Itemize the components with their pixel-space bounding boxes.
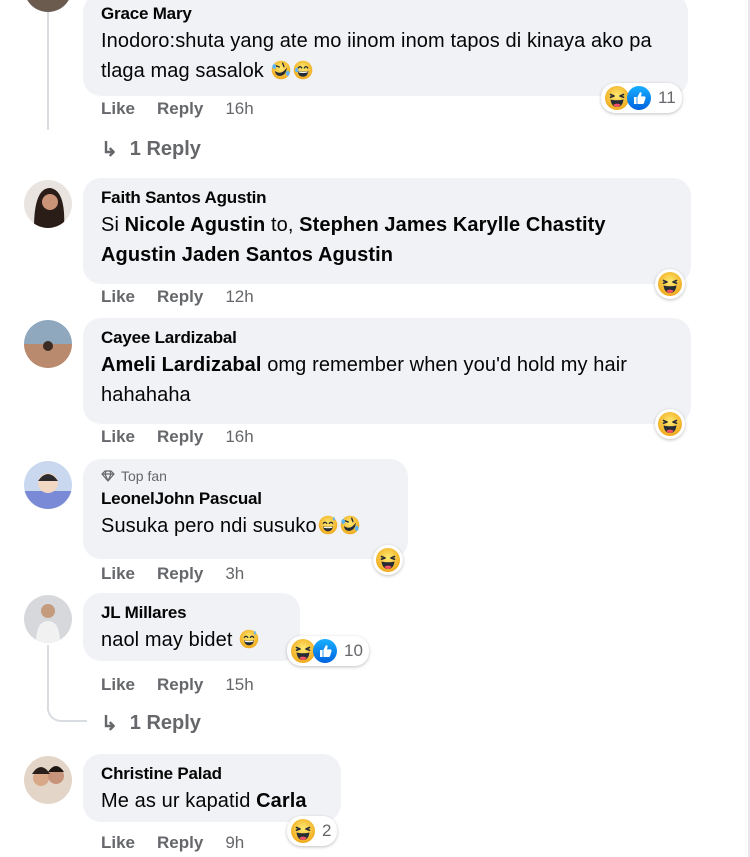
comment-bubble: Cayee Lardizabal Ameli Lardizabal omg re… — [83, 318, 691, 424]
grin-emoji-icon — [292, 59, 314, 81]
reaction-summary[interactable] — [655, 269, 685, 299]
comment-text-content: Inodoro:shuta yang ate mo iinom inom tap… — [101, 30, 652, 82]
comment-timestamp[interactable]: 16h — [225, 99, 253, 119]
comment-timestamp[interactable]: 15h — [225, 675, 253, 695]
comment-text: Ameli Lardizabal omg remember when you'd… — [101, 350, 673, 410]
reply-button[interactable]: Reply — [157, 287, 203, 307]
comment-author[interactable]: JL Millares — [101, 601, 282, 625]
reaction-summary[interactable]: 10 — [287, 636, 369, 666]
avatar[interactable] — [24, 756, 72, 804]
haha-icon — [657, 411, 683, 437]
comment-bubble: JL Millares naol may bidet — [83, 593, 300, 661]
comment-actions: Like Reply 16h — [101, 98, 254, 120]
haha-icon — [290, 818, 316, 844]
like-button[interactable]: Like — [101, 427, 135, 447]
mention-link[interactable]: Nicole Agustin — [125, 214, 266, 236]
reply-button[interactable]: Reply — [157, 427, 203, 447]
comment-text: Si Nicole Agustin to, Stephen James Kary… — [101, 210, 673, 270]
comment-bubble: Grace Mary Inodoro:shuta yang ate mo iin… — [83, 0, 688, 96]
reply-button[interactable]: Reply — [157, 675, 203, 695]
reply-arrow-icon: ↳ — [101, 139, 118, 161]
comment-text-content: Susuka pero ndi susuko — [101, 515, 317, 537]
comment-author[interactable]: Grace Mary — [101, 2, 670, 26]
comment-actions: Like Reply 9h — [101, 832, 244, 854]
like-button[interactable]: Like — [101, 833, 135, 853]
reaction-summary[interactable] — [655, 409, 685, 439]
comment-text: Susuka pero ndi susuko — [101, 511, 390, 541]
replies-label: 1 Reply — [129, 712, 201, 734]
comment-actions: Like Reply 16h — [101, 426, 254, 448]
comment-author[interactable]: Cayee Lardizabal — [101, 326, 673, 350]
avatar[interactable] — [24, 320, 72, 368]
reaction-count: 2 — [322, 821, 332, 840]
avatar[interactable] — [24, 0, 72, 12]
reaction-count: 11 — [658, 88, 676, 107]
replies-label: 1 Reply — [129, 138, 201, 160]
view-replies-link[interactable]: ↳ 1 Reply — [101, 137, 201, 162]
mention-link[interactable]: Ameli Lardizabal — [101, 354, 262, 376]
comment-timestamp[interactable]: 16h — [225, 427, 253, 447]
reaction-summary[interactable]: 2 — [287, 816, 338, 846]
reply-button[interactable]: Reply — [157, 99, 203, 119]
avatar[interactable] — [24, 461, 72, 509]
comment-actions: Like Reply 3h — [101, 563, 244, 585]
comment-author[interactable]: Faith Santos Agustin — [101, 186, 673, 210]
reaction-count: 10 — [344, 641, 363, 660]
comment-bubble: Faith Santos Agustin Si Nicole Agustin t… — [83, 178, 691, 284]
avatar[interactable] — [24, 595, 72, 643]
thread-connector — [47, 700, 87, 722]
rofl-emoji-icon — [339, 514, 361, 536]
like-icon — [312, 638, 338, 664]
comment-author[interactable]: Christine Palad — [101, 762, 323, 786]
reply-arrow-icon: ↳ — [101, 713, 118, 735]
reply-button[interactable]: Reply — [157, 564, 203, 584]
top-fan-label: Top fan — [121, 468, 167, 484]
comment-bubble: Top fan LeonelJohn Pascual Susuka pero n… — [83, 459, 408, 559]
comment-timestamp[interactable]: 9h — [225, 833, 244, 853]
view-replies-link[interactable]: ↳ 1 Reply — [101, 711, 201, 736]
top-fan-badge: Top fan — [101, 467, 390, 485]
comment-actions: Like Reply 12h — [101, 286, 254, 308]
haha-icon — [657, 271, 683, 297]
haha-icon — [375, 547, 401, 573]
comment-text-content: naol may bidet — [101, 629, 233, 651]
reaction-summary[interactable] — [373, 545, 403, 575]
comment-timestamp[interactable]: 12h — [225, 287, 253, 307]
comment-author[interactable]: LeonelJohn Pascual — [101, 487, 390, 511]
thread-line — [47, 0, 49, 130]
reply-button[interactable]: Reply — [157, 833, 203, 853]
sweat-smile-emoji-icon — [238, 628, 260, 650]
mention-link[interactable]: Carla — [256, 790, 307, 812]
rofl-emoji-icon — [270, 59, 292, 81]
comment-bubble: Christine Palad Me as ur kapatid Carla — [83, 754, 341, 822]
comment-text-content: to, — [265, 214, 300, 236]
avatar[interactable] — [24, 180, 72, 228]
like-button[interactable]: Like — [101, 99, 135, 119]
comment-actions: Like Reply 15h — [101, 674, 254, 696]
comment-text: Me as ur kapatid Carla — [101, 786, 323, 816]
like-button[interactable]: Like — [101, 675, 135, 695]
comment-timestamp[interactable]: 3h — [225, 564, 244, 584]
comment-text-content: Me as ur kapatid — [101, 790, 257, 812]
reaction-summary[interactable]: 11 — [601, 83, 682, 113]
like-button[interactable]: Like — [101, 287, 135, 307]
sweat-smile-emoji-icon — [317, 514, 339, 536]
comment-text: naol may bidet — [101, 625, 282, 655]
like-icon — [626, 85, 652, 111]
comment-text: Inodoro:shuta yang ate mo iinom inom tap… — [101, 26, 670, 86]
diamond-icon — [101, 470, 115, 482]
like-button[interactable]: Like — [101, 564, 135, 584]
comment-text-content: Si — [101, 214, 125, 236]
